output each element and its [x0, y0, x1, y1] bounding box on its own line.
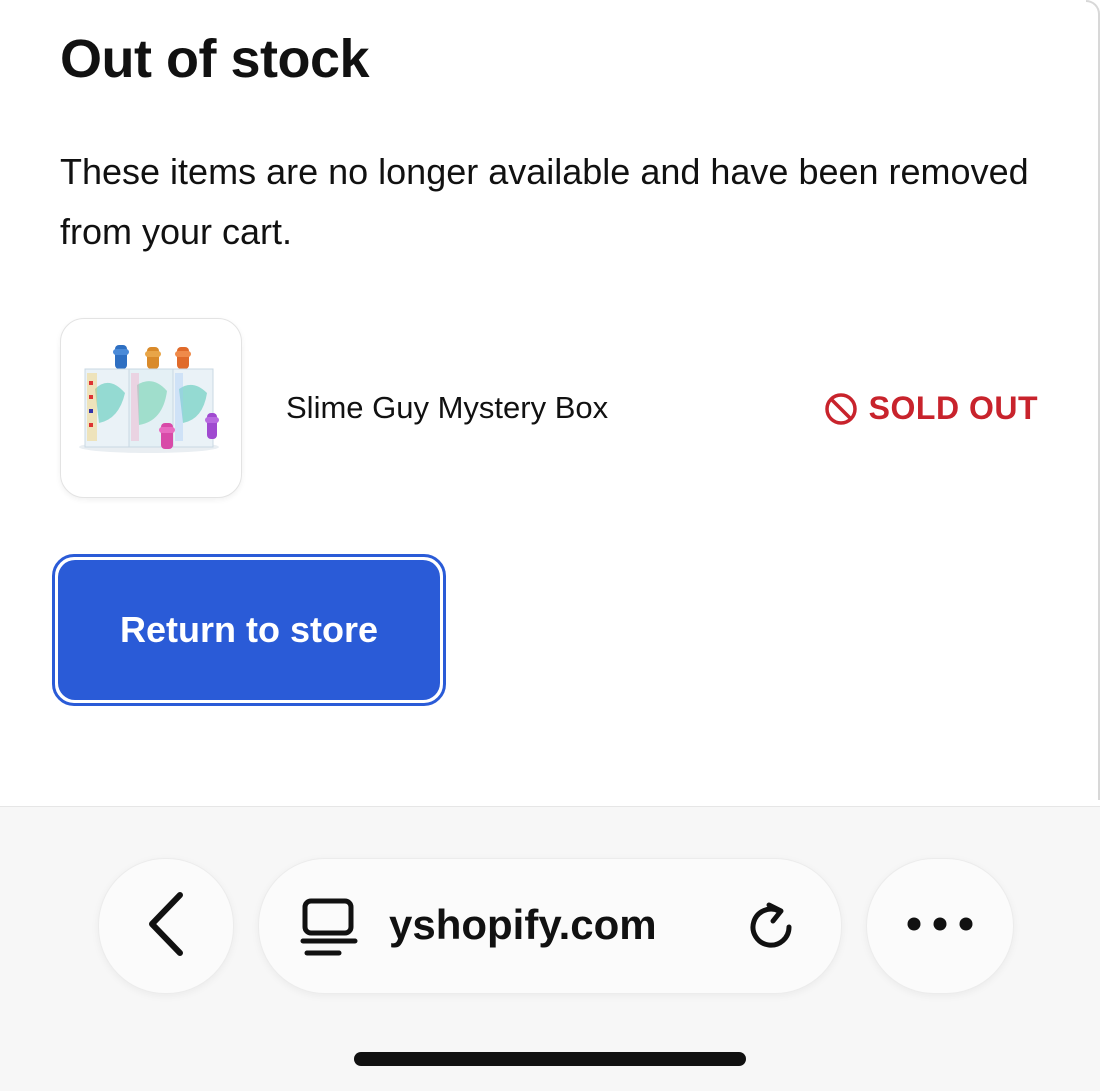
return-to-store-label: Return to store [58, 560, 440, 700]
mystery-box-illustration [79, 345, 219, 453]
sheet-edge [1086, 0, 1100, 800]
out-of-stock-message: These items are no longer available and … [60, 151, 1029, 252]
back-button[interactable] [98, 858, 234, 994]
prohibited-icon [823, 391, 859, 427]
more-button[interactable] [866, 858, 1014, 994]
chevron-left-icon [144, 889, 188, 964]
home-indicator[interactable] [354, 1052, 746, 1066]
checkout-page: Out of stock These items are no longer a… [0, 0, 1100, 1091]
more-icon [904, 916, 976, 937]
reload-icon[interactable] [743, 899, 799, 960]
page-title: Out of stock [60, 29, 370, 89]
status-label: SOLD OUT [868, 390, 1038, 426]
product-image [60, 318, 242, 498]
product-name: Slime Guy Mystery Box [286, 390, 609, 425]
url-text: yshopify.com [389, 901, 657, 948]
return-to-store-button[interactable]: Return to store [52, 554, 446, 706]
status-badge: SOLD OUT [823, 390, 1038, 427]
list-item: Slime Guy Mystery Box SOLD OUT [60, 318, 1050, 500]
page-menu-icon[interactable] [299, 895, 363, 964]
address-bar[interactable]: yshopify.com [258, 858, 842, 994]
